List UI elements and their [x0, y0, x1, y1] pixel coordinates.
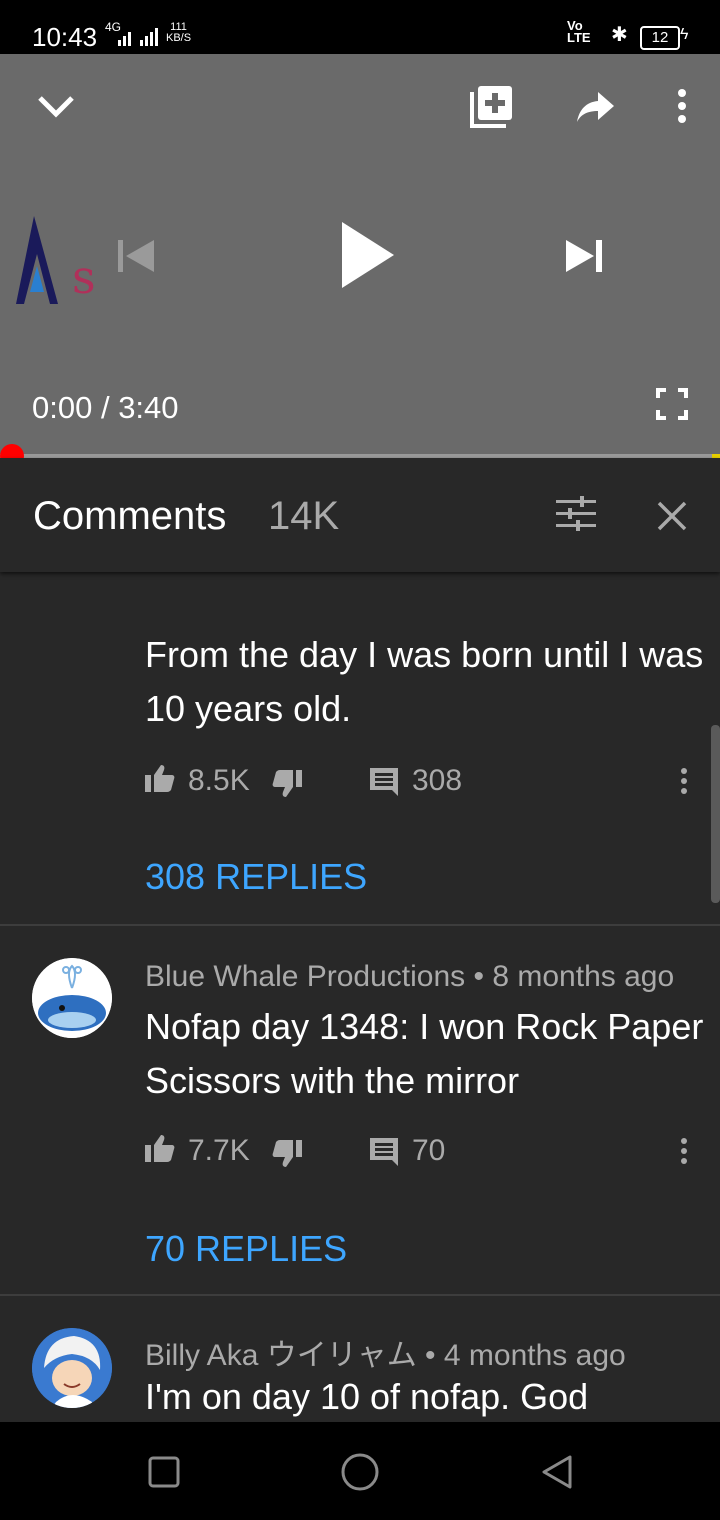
volte-indicator: Vo LTE — [567, 18, 591, 45]
like-count: 8.5K — [188, 764, 250, 797]
comment-text: From the day I was born until I was 10 y… — [145, 634, 704, 729]
scrollbar[interactable] — [711, 725, 720, 903]
avatar[interactable] — [32, 958, 112, 1038]
comment-age: 4 months ago — [443, 1339, 626, 1372]
channel-logo-letter: s — [72, 250, 96, 304]
like-icon[interactable] — [145, 1134, 175, 1162]
home-icon[interactable] — [340, 1452, 380, 1492]
comment-author[interactable]: Blue Whale Productions — [145, 960, 465, 993]
comment-meta: Billy Aka ウイリャム • 4 months ago — [145, 1339, 626, 1372]
close-icon[interactable] — [656, 500, 688, 532]
comment-divider — [0, 924, 720, 926]
back-icon[interactable] — [540, 1454, 574, 1490]
current-time: 0:00 — [32, 390, 93, 425]
more-vert-icon[interactable] — [672, 88, 692, 128]
like-icon[interactable] — [145, 764, 175, 792]
comment-divider — [0, 1294, 720, 1296]
time-separator: / — [92, 390, 119, 425]
like-count: 7.7K — [188, 1134, 250, 1167]
comments-header: Comments 14K — [0, 458, 720, 572]
avatar[interactable] — [32, 1328, 112, 1408]
recents-icon[interactable] — [148, 1456, 180, 1488]
dislike-icon[interactable] — [272, 770, 302, 798]
fullscreen-icon[interactable] — [656, 388, 688, 420]
play-icon[interactable] — [338, 220, 396, 290]
comment-text: I'm on day 10 of nofap. God — [145, 1376, 589, 1417]
comments-list[interactable]: From the day I was born until I was 10 y… — [0, 572, 720, 1422]
status-time: 10:43 — [32, 22, 98, 52]
battery-level: 12 — [640, 26, 680, 50]
comment-meta: Blue Whale Productions • 8 months ago — [145, 960, 675, 993]
add-to-playlist-icon[interactable] — [470, 84, 514, 128]
whale-avatar-icon — [32, 958, 112, 1038]
video-player[interactable]: s 0:00 / 3:40 — [0, 54, 720, 456]
dislike-icon[interactable] — [272, 1140, 302, 1168]
share-icon[interactable] — [576, 90, 616, 124]
view-replies-link[interactable]: 308 REPLIES — [145, 856, 367, 898]
sort-filter-icon[interactable] — [556, 496, 596, 532]
previous-icon[interactable] — [116, 238, 156, 274]
bluetooth-icon: ✱ — [611, 24, 628, 46]
reply-count: 308 — [412, 764, 463, 797]
comment-author[interactable]: Billy Aka ウイリャム — [145, 1339, 417, 1372]
charging-icon: ϟ — [680, 26, 689, 43]
status-bar: 10:43 4G 111 KB/S Vo LTE ✱ 12 ϟ — [0, 0, 720, 54]
next-icon[interactable] — [564, 238, 604, 274]
video-duration: 3:40 — [118, 390, 179, 425]
comments-count: 14K — [268, 494, 340, 538]
system-nav-bar — [0, 1422, 720, 1520]
network-speed: 111 KB/S — [166, 21, 192, 44]
comments-title: Comments — [33, 494, 227, 538]
anime-avatar-icon — [32, 1328, 112, 1408]
comment-menu-icon[interactable] — [678, 1138, 690, 1166]
comment-menu-icon[interactable] — [678, 768, 690, 796]
reply-count: 70 — [412, 1134, 446, 1167]
channel-logo — [16, 216, 58, 304]
chevron-down-icon[interactable] — [36, 90, 76, 120]
reply-icon[interactable] — [370, 768, 398, 796]
reply-icon[interactable] — [370, 1138, 398, 1166]
playback-time: 0:00 / 3:40 — [32, 390, 179, 426]
view-replies-link[interactable]: 70 REPLIES — [145, 1228, 347, 1270]
comment-age: 8 months ago — [492, 960, 675, 993]
signal-icon — [118, 28, 158, 46]
comment-text: Nofap day 1348: I won Rock Paper Scissor… — [145, 1006, 704, 1101]
